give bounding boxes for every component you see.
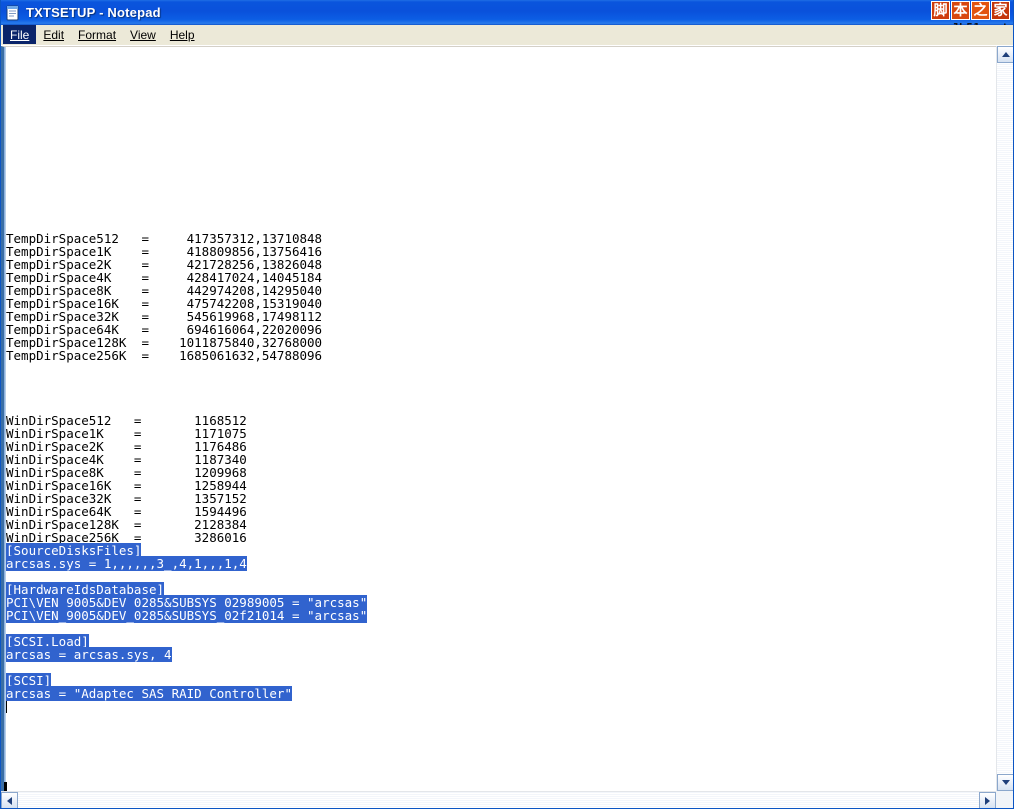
editor-frame: TempDirSpace512 = 417357312,13710848 Temp… bbox=[1, 46, 996, 791]
selected-text-run: arcsas = "Adaptec SAS RAID Controller" bbox=[6, 686, 292, 701]
watermark-char-4: 家 bbox=[991, 1, 1010, 20]
menu-view-label: View bbox=[130, 27, 156, 42]
title-bar[interactable]: TXTSETUP - Notepad 脚 本 之 家 www.Jb51.net bbox=[1, 0, 1013, 25]
editor-line: WinDirSpace256K = 3286016 bbox=[6, 530, 247, 545]
text-caret-marker bbox=[4, 782, 7, 791]
horizontal-scrollbar[interactable] bbox=[1, 791, 996, 808]
scroll-up-arrow-icon[interactable] bbox=[997, 46, 1013, 63]
chevron-up-icon bbox=[1001, 52, 1010, 57]
chevron-right-icon bbox=[985, 796, 990, 805]
text-editor[interactable]: TempDirSpace512 = 417357312,13710848 Temp… bbox=[6, 47, 996, 791]
notepad-icon bbox=[4, 4, 22, 22]
menu-bar: File Edit Format View Help bbox=[1, 25, 1013, 45]
menu-view[interactable]: View bbox=[123, 25, 163, 44]
watermark-url: www.Jb51.net bbox=[902, 21, 1012, 25]
watermark-char-3: 之 bbox=[971, 1, 990, 20]
editor-line: arcsas.sys = 1,,,,,,3_,4,1,,,1,4 bbox=[6, 556, 996, 571]
menu-format-label: Format bbox=[78, 27, 117, 42]
selected-text-run: arcsas = arcsas.sys, 4 bbox=[6, 647, 172, 662]
editor-line: arcsas = arcsas.sys, 4 bbox=[6, 647, 996, 662]
selected-text-run: arcsas.sys = 1,,,,,,3_,4,1,,,1,4 bbox=[6, 556, 247, 571]
menu-help[interactable]: Help bbox=[163, 25, 202, 44]
scroll-right-arrow-icon[interactable] bbox=[979, 792, 996, 808]
menu-help-label: Help bbox=[169, 27, 195, 42]
watermark-char-2: 本 bbox=[951, 1, 970, 20]
chevron-down-icon bbox=[1001, 780, 1010, 785]
scrollbar-corner bbox=[996, 791, 1013, 808]
scroll-down-arrow-icon[interactable] bbox=[997, 774, 1013, 791]
watermark-char-1: 脚 bbox=[931, 1, 950, 20]
text-caret bbox=[6, 701, 7, 713]
scroll-left-arrow-icon[interactable] bbox=[1, 792, 18, 808]
selected-text-run: PCI\VEN_9005&DEV_0285&SUBSYS_02f21014 = … bbox=[6, 608, 368, 623]
site-watermark: 脚 本 之 家 www.Jb51.net bbox=[902, 0, 1012, 25]
editor-line bbox=[6, 700, 996, 713]
menu-file[interactable]: File bbox=[3, 25, 37, 44]
chevron-left-icon bbox=[7, 796, 12, 805]
watermark-characters: 脚 本 之 家 bbox=[902, 0, 1012, 20]
menu-edit[interactable]: Edit bbox=[36, 25, 71, 44]
vertical-scrollbar[interactable] bbox=[996, 46, 1013, 791]
menu-format[interactable]: Format bbox=[71, 25, 123, 44]
notepad-window: TXTSETUP - Notepad 脚 本 之 家 www.Jb51.net … bbox=[0, 0, 1014, 809]
horizontal-scroll-trough[interactable] bbox=[18, 792, 979, 808]
editor-line: PCI\VEN_9005&DEV_0285&SUBSYS_02f21014 = … bbox=[6, 608, 996, 623]
editor-line: arcsas = "Adaptec SAS RAID Controller" bbox=[6, 686, 996, 701]
menu-edit-label: Edit bbox=[43, 27, 65, 42]
window-title: TXTSETUP - Notepad bbox=[26, 5, 161, 20]
vertical-scroll-trough[interactable] bbox=[997, 63, 1013, 774]
menu-file-label: File bbox=[10, 27, 30, 42]
client-area: TempDirSpace512 = 417357312,13710848 Temp… bbox=[1, 46, 1013, 808]
editor-line: TempDirSpace256K = 1685061632,54788096 bbox=[6, 348, 323, 363]
